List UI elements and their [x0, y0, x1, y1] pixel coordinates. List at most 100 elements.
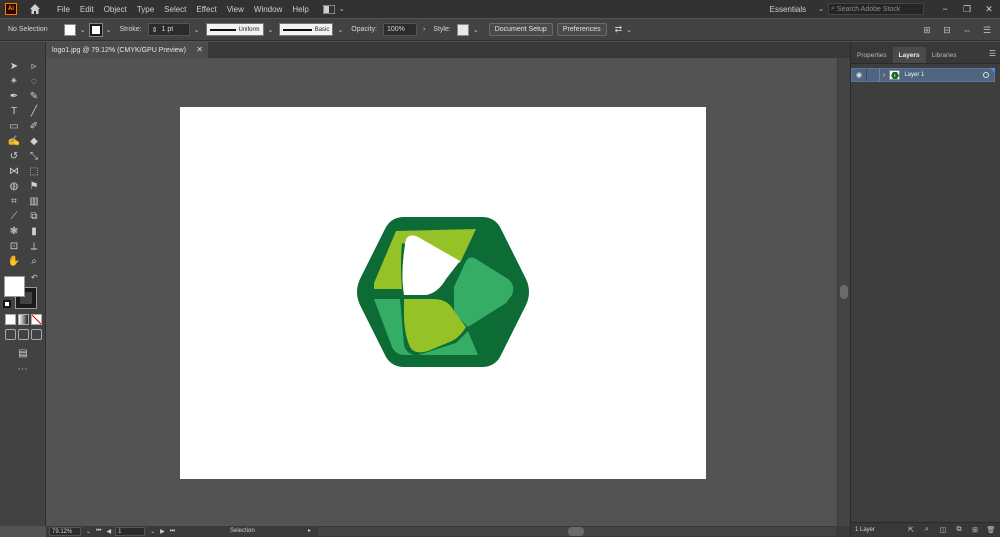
document-setup-button[interactable]: Document Setup: [488, 23, 553, 36]
edit-toolbar-icon[interactable]: ⋯: [0, 364, 45, 375]
menu-type[interactable]: Type: [137, 5, 154, 14]
free-transform-tool-icon[interactable]: ⬚: [25, 164, 43, 178]
paintbrush-tool-icon[interactable]: ✐: [25, 119, 43, 133]
menu-effect[interactable]: Effect: [196, 5, 216, 14]
menu-file[interactable]: File: [57, 5, 70, 14]
chevron-down-icon[interactable]: ⌄: [818, 5, 824, 13]
previous-artboard-icon[interactable]: ◀: [106, 528, 111, 535]
document-tab[interactable]: logo1.jpg @ 79.12% (CMYK/GPU Preview) ✕: [46, 42, 208, 58]
variable-width-profile[interactable]: Uniform: [205, 23, 264, 36]
pen-tool-icon[interactable]: ✒: [5, 89, 23, 103]
first-artboard-icon[interactable]: ⏮: [96, 528, 101, 535]
next-artboard-icon[interactable]: ▶: [160, 528, 165, 535]
draw-behind-icon[interactable]: [18, 329, 29, 340]
status-menu-icon[interactable]: ▸: [308, 527, 311, 534]
artboard[interactable]: [180, 107, 706, 479]
perspective-grid-tool-icon[interactable]: ⌗: [5, 194, 23, 208]
swap-fill-stroke-icon[interactable]: ↶: [31, 273, 38, 282]
brush-definition[interactable]: Basic: [279, 23, 334, 36]
draw-normal-icon[interactable]: [5, 329, 16, 340]
chevron-down-icon[interactable]: ⌄: [86, 528, 91, 535]
tab-layers[interactable]: Layers: [892, 47, 926, 63]
fill-color-swatch[interactable]: [63, 23, 76, 36]
last-artboard-icon[interactable]: ⏭: [170, 528, 175, 535]
align-icon[interactable]: ⊞: [920, 23, 934, 37]
chevron-down-icon[interactable]: ⌄: [268, 26, 274, 34]
export-icon[interactable]: ⇱: [905, 525, 917, 536]
direct-selection-tool-icon[interactable]: ▹: [25, 59, 43, 73]
chevron-right-icon[interactable]: ›: [883, 72, 885, 79]
chevron-down-icon[interactable]: ⌄: [337, 26, 343, 34]
gradient-mode-icon[interactable]: [18, 314, 29, 325]
artboard-tool-icon[interactable]: ⊡: [5, 239, 23, 253]
vertical-scroll-thumb[interactable]: [840, 285, 848, 299]
shaper-tool-icon[interactable]: ✍: [5, 134, 23, 148]
zoom-tool-icon[interactable]: ⌕: [25, 254, 43, 268]
type-tool-icon[interactable]: T: [5, 104, 23, 118]
panel-menu-icon[interactable]: ☰: [980, 23, 994, 37]
clipping-mask-icon[interactable]: ◫: [937, 525, 949, 536]
chevron-down-icon[interactable]: ⌄: [194, 26, 200, 34]
line-segment-tool-icon[interactable]: ╱: [25, 104, 43, 118]
none-mode-icon[interactable]: [31, 314, 42, 325]
opacity-input[interactable]: 100%: [382, 23, 417, 36]
new-layer-icon[interactable]: ⊞: [969, 525, 981, 536]
chevron-down-icon[interactable]: ⌄: [626, 26, 632, 34]
blend-tool-icon[interactable]: ⧉: [25, 209, 43, 223]
adobe-stock-search-input[interactable]: ⌕ Search Adobe Stock: [828, 3, 924, 15]
shape-builder-tool-icon[interactable]: ◍: [5, 179, 23, 193]
lasso-tool-icon[interactable]: ◌: [25, 74, 43, 88]
default-fill-stroke-icon[interactable]: [3, 300, 11, 308]
preferences-button[interactable]: Preferences: [556, 23, 607, 36]
screen-mode-icon[interactable]: ▤: [14, 346, 32, 360]
transform-icon[interactable]: ⊟: [940, 23, 954, 37]
chevron-down-icon[interactable]: ⌄: [473, 26, 479, 34]
slice-tool-icon[interactable]: ⟂: [25, 239, 43, 253]
layer-target-icon[interactable]: [983, 72, 989, 78]
width-tool-icon[interactable]: ⋈: [5, 164, 23, 178]
color-mode-icon[interactable]: [5, 314, 16, 325]
horizontal-scroll-thumb[interactable]: [568, 527, 584, 536]
layer-row[interactable]: ◉ › Layer 1: [851, 68, 995, 82]
restore-button[interactable]: ❐: [956, 0, 978, 18]
gradient-tool-icon[interactable]: ▥: [25, 194, 43, 208]
canvas-area[interactable]: [46, 58, 837, 526]
arrange-documents-button[interactable]: ⌄: [322, 4, 349, 14]
chevron-right-icon[interactable]: ›: [423, 26, 425, 33]
home-icon[interactable]: [29, 3, 41, 15]
hand-tool-icon[interactable]: ✋: [5, 254, 23, 268]
scale-tool-icon[interactable]: ⤡: [25, 149, 43, 163]
locate-object-icon[interactable]: ⌕: [921, 525, 933, 536]
zoom-level-input[interactable]: 79.12%: [49, 527, 81, 536]
stepper-icon[interactable]: ⇕: [152, 26, 158, 34]
menu-select[interactable]: Select: [164, 5, 186, 14]
stroke-weight-input[interactable]: ⇕ 1 pt: [147, 23, 190, 36]
stroke-color-swatch[interactable]: [88, 22, 103, 37]
stroke-label[interactable]: Stroke:: [119, 26, 141, 33]
rectangle-tool-icon[interactable]: ▭: [5, 119, 23, 133]
eye-icon[interactable]: ◉: [852, 69, 866, 81]
lock-toggle[interactable]: [866, 69, 880, 81]
menu-view[interactable]: View: [227, 5, 244, 14]
magic-wand-tool-icon[interactable]: ✴: [5, 74, 23, 88]
hexagon-logo-artwork[interactable]: [356, 215, 530, 369]
eraser-tool-icon[interactable]: ◆: [25, 134, 43, 148]
menu-edit[interactable]: Edit: [80, 5, 94, 14]
fill-color-box[interactable]: [4, 276, 25, 297]
menu-window[interactable]: Window: [254, 5, 282, 14]
tab-properties[interactable]: Properties: [851, 47, 893, 63]
chevron-down-icon[interactable]: ⌄: [106, 26, 112, 34]
artboard-number-input[interactable]: 1: [115, 527, 146, 536]
draw-inside-icon[interactable]: [31, 329, 42, 340]
close-window-button[interactable]: ✕: [978, 0, 1000, 18]
minimize-button[interactable]: −: [934, 0, 956, 18]
chevron-down-icon[interactable]: ⌄: [150, 528, 155, 535]
style-label[interactable]: Style:: [433, 26, 451, 33]
vertical-scrollbar[interactable]: [837, 58, 850, 526]
panel-menu-icon[interactable]: ☰: [989, 49, 996, 58]
graphic-style-swatch[interactable]: [456, 23, 469, 36]
new-sublayer-icon[interactable]: ⧉: [953, 525, 965, 536]
close-icon[interactable]: ✕: [196, 45, 203, 54]
menu-help[interactable]: Help: [292, 5, 308, 14]
selection-tool-icon[interactable]: ➤: [5, 59, 23, 73]
